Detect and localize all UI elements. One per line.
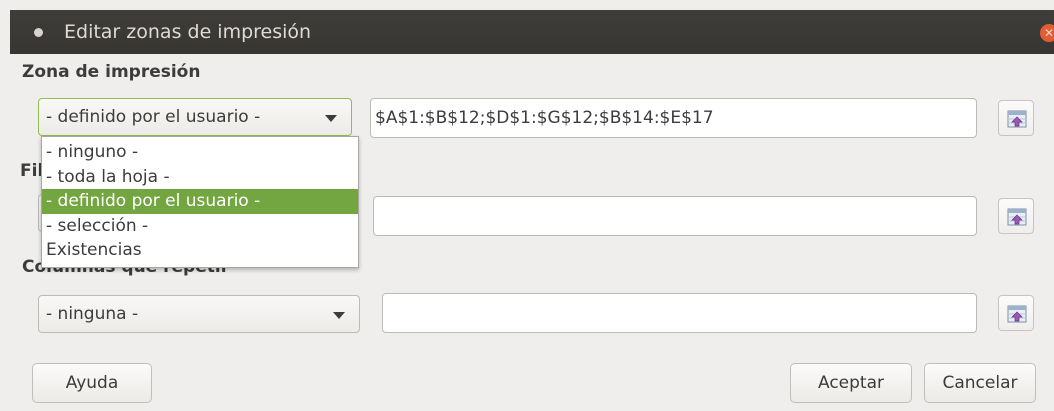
help-button[interactable]: Ayuda <box>32 363 152 403</box>
rows-repeat-label: Fil <box>20 161 44 181</box>
window-menu-dot-icon[interactable] <box>34 28 43 37</box>
shrink-range-icon <box>1007 305 1027 323</box>
shrink-range-icon <box>1007 208 1027 226</box>
cancel-button[interactable]: Cancelar <box>924 363 1036 403</box>
rows-repeat-field[interactable] <box>373 196 977 236</box>
print-range-shrink-button[interactable] <box>998 100 1034 136</box>
close-icon: ✕ <box>1043 26 1054 40</box>
print-range-label: Zona de impresión <box>22 62 201 82</box>
print-range-combo[interactable]: - definido por el usuario - <box>38 98 352 136</box>
dropdown-option-none[interactable]: - ninguno - <box>42 140 358 165</box>
window-title: Editar zonas de impresión <box>64 21 312 43</box>
ok-button[interactable]: Aceptar <box>790 363 912 403</box>
columns-repeat-shrink-button[interactable] <box>998 295 1034 331</box>
dropdown-option-user-defined[interactable]: - definido por el usuario - <box>42 189 358 214</box>
columns-repeat-combo-value: - ninguna - <box>46 304 139 324</box>
close-button[interactable]: ✕ <box>1040 24 1054 42</box>
print-range-field[interactable]: $A$1:$B$12;$D$1:$G$12;$B$14:$E$17 <box>370 98 977 138</box>
print-range-combo-value: - definido por el usuario - <box>46 107 261 127</box>
dropdown-option-selection[interactable]: - selección - <box>42 214 358 239</box>
chevron-down-icon <box>325 115 337 122</box>
print-range-dropdown-list: - ninguno - - toda la hoja - - definido … <box>41 136 359 268</box>
dropdown-option-existencias[interactable]: Existencias <box>42 238 358 263</box>
print-ranges-dialog: Editar zonas de impresión ✕ Zona de impr… <box>0 0 1054 411</box>
dropdown-option-entire-sheet[interactable]: - toda la hoja - <box>42 165 358 190</box>
rows-repeat-shrink-button[interactable] <box>998 198 1034 234</box>
columns-repeat-field[interactable] <box>382 293 977 333</box>
shrink-range-icon <box>1007 110 1027 128</box>
title-bar[interactable]: Editar zonas de impresión ✕ <box>10 10 1054 54</box>
chevron-down-icon <box>333 312 345 319</box>
columns-repeat-combo[interactable]: - ninguna - <box>38 295 360 333</box>
